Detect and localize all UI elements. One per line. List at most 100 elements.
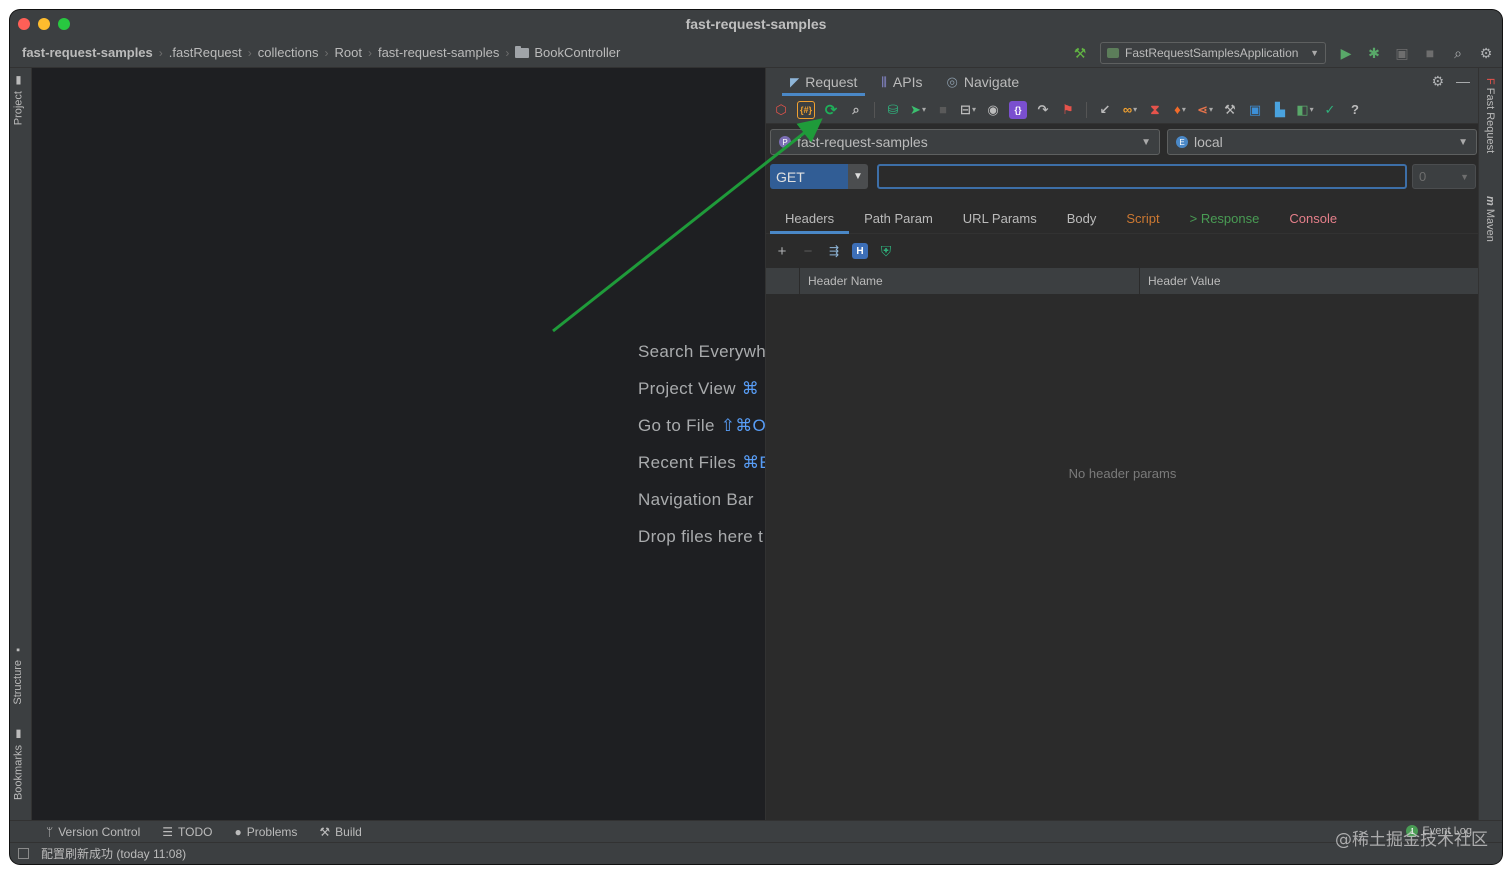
link-icon[interactable]: ∞ [1121, 101, 1139, 119]
stop-icon[interactable]: ■ [1422, 45, 1438, 61]
tab-navigate[interactable]: ◎ Navigate [935, 68, 1032, 96]
shield-icon[interactable]: ⛨ [878, 243, 894, 259]
build-hammer-icon[interactable]: ⚒ [1072, 45, 1088, 61]
maven-icon: m [1484, 196, 1496, 209]
structure-icon: ▪ [12, 644, 24, 656]
tab-navigate-label: Navigate [963, 74, 1020, 90]
save-icon[interactable]: ⊟ [959, 101, 977, 119]
run-icon[interactable]: ▶ [1338, 45, 1354, 61]
structure-tool-label: Structure [12, 660, 24, 705]
search-icon[interactable]: ⌕ [1450, 45, 1466, 61]
right-tool-strip: F Fast Request m Maven [1478, 68, 1502, 820]
environment-select[interactable]: E local ▼ [1167, 129, 1477, 155]
hint-navigation-bar: Navigation Bar [638, 490, 754, 510]
share-icon[interactable]: ⋖ [1196, 101, 1214, 119]
layout-icon[interactable]: ◧ [1296, 101, 1314, 119]
zoom-window-button[interactable] [58, 18, 70, 30]
project-select-value: fast-request-samples [797, 134, 928, 150]
fast-request-panel: ◤ Request ⫼ APIs ◎ Navigate ⚙ — ⬡ {#} ⟳ … [765, 68, 1479, 820]
environment-icon: E [1176, 136, 1188, 148]
timeout-field[interactable]: 0 ▼ [1412, 164, 1476, 189]
send-with-user-icon[interactable]: ⛁ [884, 101, 902, 119]
url-input[interactable] [877, 164, 1407, 189]
minimize-window-button[interactable] [38, 18, 50, 30]
coverage-icon[interactable]: ▣ [1394, 45, 1410, 61]
breadcrumb-module[interactable]: fast-request-samples [378, 45, 499, 60]
minimize-icon[interactable]: — [1456, 73, 1470, 90]
wrench-icon[interactable]: ⚒ [1221, 101, 1239, 119]
toggle-tool-windows-icon[interactable] [18, 848, 29, 859]
maven-tool-tab[interactable]: m Maven [1484, 196, 1496, 242]
empty-headers-message: No header params [1068, 466, 1177, 481]
build-tab[interactable]: ⚒ Build [319, 825, 361, 839]
chevron-right-icon: › [505, 45, 510, 60]
breadcrumb-controller[interactable]: BookController [515, 45, 620, 60]
debug-bug-icon[interactable]: ✱ [1366, 45, 1382, 61]
window-icon[interactable]: ▣ [1246, 101, 1264, 119]
header-h-icon[interactable]: H [852, 243, 868, 259]
todo-tab[interactable]: ☰ TODO [162, 825, 212, 839]
project-icon: P [779, 136, 791, 148]
config-icon[interactable]: {#} [797, 100, 815, 119]
project-select[interactable]: P fast-request-samples ▼ [770, 129, 1160, 155]
stop-icon[interactable]: ■ [934, 101, 952, 119]
bookmarks-tool-tab[interactable]: Bookmarks ▮ [12, 728, 26, 800]
json-braces-icon[interactable]: {} [1009, 100, 1027, 119]
tab-request[interactable]: ◤ Request [778, 68, 869, 96]
breadcrumb-collections[interactable]: collections [258, 45, 319, 60]
problems-tab[interactable]: ● Problems [234, 825, 297, 839]
help-icon[interactable]: ? [1346, 101, 1364, 119]
toolbar-divider [1086, 101, 1087, 118]
title-bar: fast-request-samples [10, 10, 1502, 38]
remove-icon[interactable]: − [800, 243, 816, 260]
sync-refresh-icon[interactable]: ⟳ [822, 101, 840, 119]
hint-recent-files: Recent Files ⌘E [638, 453, 765, 473]
search-icon[interactable]: ⌕ [847, 101, 865, 119]
subtab-body[interactable]: Body [1052, 204, 1112, 234]
chevron-down-icon: ▼ [1460, 171, 1469, 182]
record-icon[interactable]: ◉ [984, 101, 1002, 119]
gear-icon[interactable]: ⚙ [1431, 73, 1444, 90]
subtab-pathparam[interactable]: Path Param [849, 204, 948, 234]
hint-shortcut: ⌘E [742, 453, 765, 472]
subtab-script[interactable]: Script [1111, 204, 1174, 234]
generate-icon[interactable]: ⬡ [772, 101, 790, 119]
status-bar: 配置刷新成功 (today 11:08) [10, 842, 1502, 864]
add-icon[interactable]: + [774, 243, 790, 260]
subtab-urlparams[interactable]: URL Params [948, 204, 1052, 234]
navigation-bar: fast-request-samples › .fastRequest › co… [10, 38, 1502, 68]
branch-icon: ᛘ [46, 824, 54, 839]
project-tool-tab[interactable]: Project ▮ [12, 74, 26, 125]
chevron-right-icon: › [324, 45, 329, 60]
subtab-response[interactable]: > Response [1175, 204, 1275, 234]
version-control-tab[interactable]: ᛘ Version Control [46, 825, 140, 839]
subtab-console[interactable]: Console [1274, 204, 1352, 234]
breadcrumb-root[interactable]: Root [334, 45, 361, 60]
column-header-value[interactable]: Header Value [1139, 268, 1479, 294]
structure-tool-tab[interactable]: Structure ▪ [12, 644, 24, 705]
gear-icon[interactable]: ⚙ [1478, 45, 1494, 61]
maven-tool-label: Maven [1484, 208, 1496, 242]
chart-icon[interactable]: ▙ [1271, 101, 1289, 119]
tab-apis[interactable]: ⫼ APIs [869, 68, 934, 96]
gitlab-icon[interactable]: ♦ [1171, 101, 1189, 119]
http-method-select[interactable]: GET ▼ [770, 164, 868, 189]
hammer-icon: ⚒ [319, 824, 331, 839]
breadcrumb-fastrequest[interactable]: .fastRequest [169, 45, 242, 60]
batch-edit-icon[interactable]: ⇶ [826, 243, 842, 259]
send-request-icon[interactable]: ➤ [909, 101, 927, 119]
timeout-value: 0 [1419, 169, 1427, 184]
run-configuration-select[interactable]: FastRequestSamplesApplication ▼ [1100, 42, 1326, 64]
fast-request-tool-tab[interactable]: F Fast Request [1484, 78, 1496, 153]
import-icon[interactable]: ↙ [1096, 101, 1114, 119]
window-title: fast-request-samples [685, 16, 827, 32]
clean-broom-icon[interactable]: ⚑ [1059, 101, 1077, 119]
close-window-button[interactable] [18, 18, 30, 30]
hourglass-icon[interactable]: ⧗ [1146, 101, 1164, 119]
fast-request-icon: F [1484, 78, 1496, 88]
redirect-icon[interactable]: ↷ [1034, 101, 1052, 119]
subtab-headers[interactable]: Headers [770, 204, 850, 234]
breadcrumb-project[interactable]: fast-request-samples [22, 45, 153, 60]
column-header-name[interactable]: Header Name [799, 268, 1139, 294]
check-icon[interactable]: ✓ [1321, 101, 1339, 119]
